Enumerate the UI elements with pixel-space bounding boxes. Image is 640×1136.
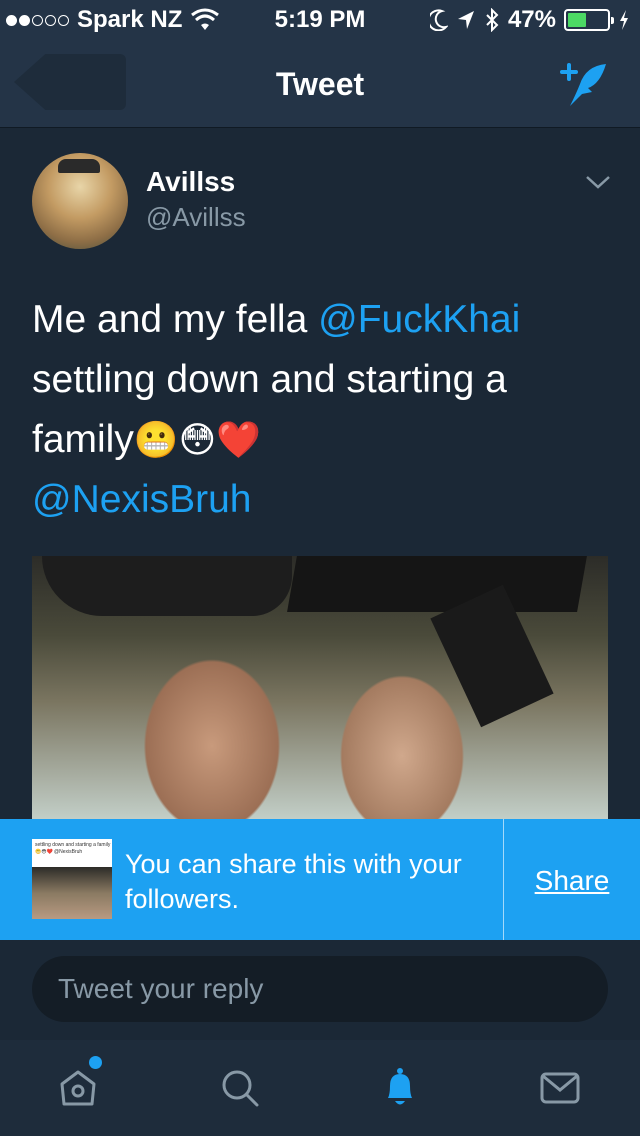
charging-bolt-icon <box>620 10 628 30</box>
chevron-down-icon[interactable] <box>584 172 612 192</box>
new-content-dot <box>89 1056 102 1069</box>
tweet-text-part: Me and my fella <box>32 298 319 341</box>
tweet-emojis: 😬😳❤️ <box>133 419 262 460</box>
battery-icon <box>564 9 614 31</box>
share-banner: settling down and starting a family😬😳❤️ … <box>0 819 640 940</box>
tweet-photo[interactable] <box>32 556 608 820</box>
tab-home[interactable] <box>48 1056 108 1114</box>
moon-icon <box>429 9 448 31</box>
share-message: You can share this with your followers. <box>125 849 462 914</box>
bluetooth-icon <box>486 8 499 32</box>
status-bar: Spark NZ 5:19 PM 47% <box>0 0 640 40</box>
signal-dots-icon <box>6 14 69 26</box>
messages-envelope-icon <box>540 1072 580 1104</box>
tweet-text: Me and my fella @FuckKhai settling down … <box>32 290 612 530</box>
reply-area: Tweet your reply <box>0 940 640 1040</box>
tab-search[interactable] <box>210 1062 270 1114</box>
navigation-bar: Tweet <box>0 40 640 128</box>
battery-level-fill <box>568 13 586 27</box>
notifications-bell-icon <box>388 1068 412 1105</box>
share-thumbnail-caption: settling down and starting a family😬😳❤️ … <box>35 842 111 855</box>
tweet-text-part: settling down and starting a family <box>32 358 507 461</box>
status-right: 47% <box>429 6 630 34</box>
home-icon <box>60 1070 96 1106</box>
author-handle[interactable]: @Avillss <box>146 202 246 233</box>
tab-notifications[interactable] <box>370 1062 430 1114</box>
status-left: Spark NZ <box>6 6 220 34</box>
compose-tweet-icon[interactable] <box>556 58 612 110</box>
status-time: 5:19 PM <box>274 6 366 33</box>
share-thumbnail: settling down and starting a family😬😳❤️ … <box>32 839 112 919</box>
mention-link[interactable]: @NexisBruh <box>32 478 252 521</box>
location-arrow-icon <box>457 11 474 29</box>
tab-bar <box>0 1040 640 1136</box>
search-icon <box>222 1070 259 1107</box>
page-title: Tweet <box>275 66 365 102</box>
carrier-name: Spark NZ <box>77 6 183 33</box>
author-display-name[interactable]: Avillss <box>146 166 235 198</box>
reply-input[interactable]: Tweet your reply <box>32 956 608 1022</box>
share-button[interactable]: Share <box>504 865 640 897</box>
avatar[interactable] <box>32 153 128 249</box>
mention-link[interactable]: @FuckKhai <box>318 298 520 341</box>
battery-percent: 47% <box>507 6 556 33</box>
tab-messages[interactable] <box>530 1062 590 1114</box>
wifi-icon <box>191 8 220 30</box>
